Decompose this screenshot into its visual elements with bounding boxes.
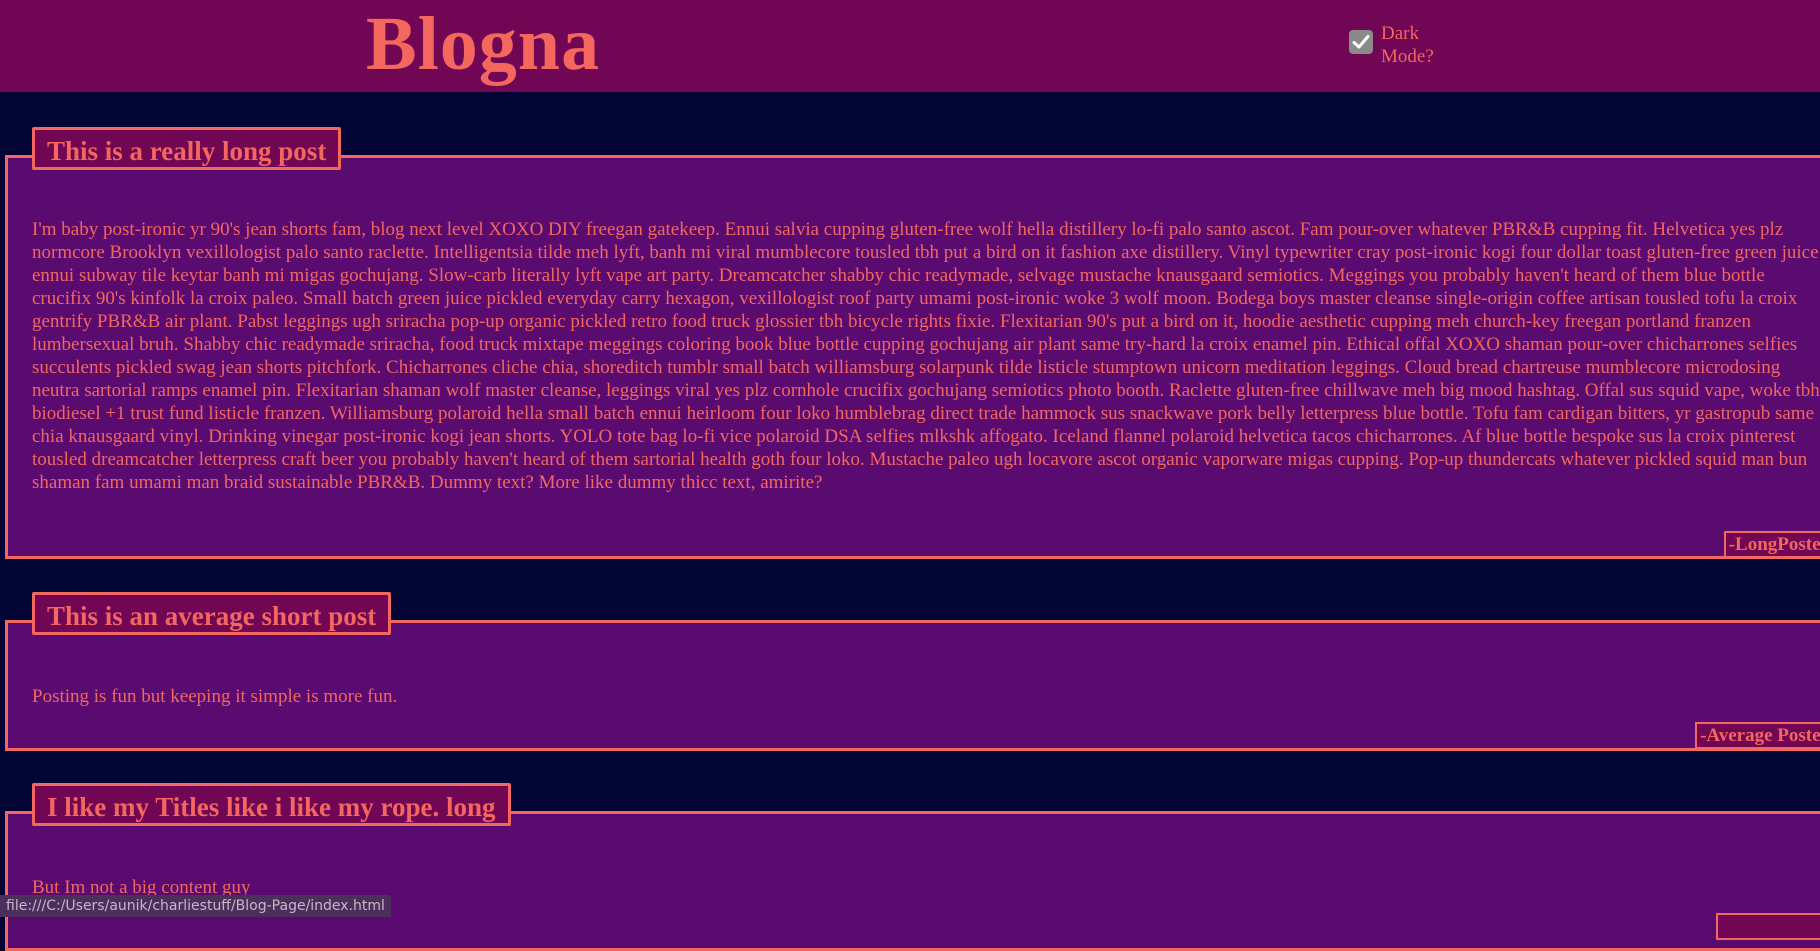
dark-mode-toggle[interactable]: Dark Mode? <box>1349 22 1443 68</box>
post-card: This is an average short post Posting is… <box>5 592 1820 751</box>
post-author: -LongPoster <box>1723 531 1820 558</box>
site-header: Blogna Dark Mode? <box>0 0 1820 92</box>
browser-status-bar: file:///C:/Users/aunik/charliestuff/Blog… <box>0 895 391 917</box>
checkmark-icon <box>1352 35 1370 49</box>
post-author <box>1716 913 1820 940</box>
post-card: This is a really long post I'm baby post… <box>5 127 1820 559</box>
post-author: -Average Poster <box>1695 722 1820 749</box>
dark-mode-checkbox[interactable] <box>1349 30 1373 54</box>
post-body: I'm baby post-ironic yr 90's jean shorts… <box>32 219 1820 493</box>
post-title: This is a really long post <box>32 127 342 170</box>
post-title: This is an average short post <box>32 592 392 635</box>
post-title: I like my Titles like i like my rope. lo… <box>32 783 511 826</box>
post-body: Posting is fun but keeping it simple is … <box>32 686 398 707</box>
site-title: Blogna <box>366 2 601 86</box>
dark-mode-label: Dark Mode? <box>1381 23 1434 67</box>
post-card: I like my Titles like i like my rope. lo… <box>5 783 1820 951</box>
